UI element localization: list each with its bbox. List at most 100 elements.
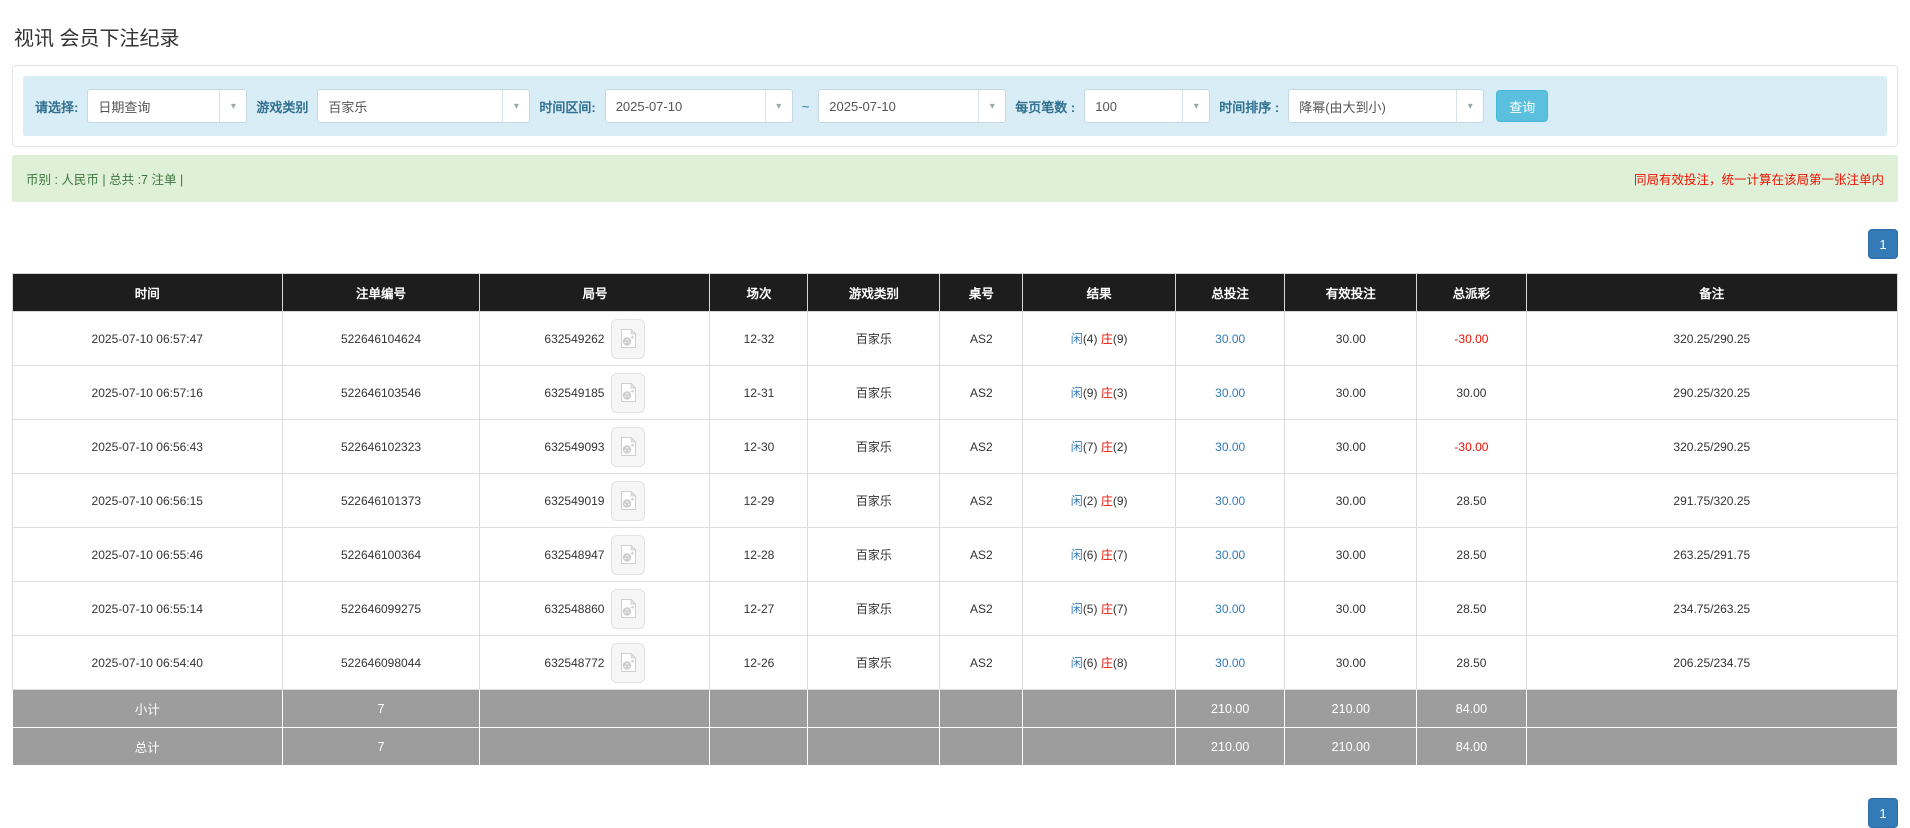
date-to-input[interactable]: 2025-07-10 ▾ bbox=[818, 89, 1006, 123]
cell-round: 632549262 bbox=[480, 312, 710, 366]
cell-bet-id: 522646100364 bbox=[282, 528, 480, 582]
video-playback-button[interactable] bbox=[611, 319, 645, 359]
result-banker-label: 庄 bbox=[1101, 332, 1113, 346]
chevron-down-icon[interactable]: ▾ bbox=[219, 90, 246, 122]
table-row: 2025-07-10 06:57:16 522646103546 6325491… bbox=[13, 366, 1898, 420]
cell-total-bet[interactable]: 30.00 bbox=[1176, 366, 1285, 420]
cell-game-type: 百家乐 bbox=[808, 636, 940, 690]
cell-valid-bet: 30.00 bbox=[1285, 474, 1417, 528]
page-1-button[interactable]: 1 bbox=[1868, 229, 1898, 259]
cell-remark: 263.25/291.75 bbox=[1526, 528, 1897, 582]
column-header: 备注 bbox=[1526, 274, 1897, 312]
search-button[interactable]: 查询 bbox=[1496, 90, 1548, 122]
cell-total-bet[interactable]: 30.00 bbox=[1176, 582, 1285, 636]
cell-round: 632548860 bbox=[480, 582, 710, 636]
cell-remark: 234.75/263.25 bbox=[1526, 582, 1897, 636]
column-header: 注单编号 bbox=[282, 274, 480, 312]
date-range-label: 时间区间: bbox=[539, 97, 595, 116]
time-sort-label: 时间排序 : bbox=[1219, 97, 1279, 116]
video-file-icon bbox=[620, 598, 637, 619]
cell-game-type: 百家乐 bbox=[808, 582, 940, 636]
cell-table-no: AS2 bbox=[940, 366, 1023, 420]
cell-total-bet[interactable]: 30.00 bbox=[1176, 636, 1285, 690]
video-playback-button[interactable] bbox=[611, 589, 645, 629]
video-playback-button[interactable] bbox=[611, 427, 645, 467]
video-playback-button[interactable] bbox=[611, 373, 645, 413]
chevron-down-icon[interactable]: ▾ bbox=[978, 90, 1005, 122]
result-player-score: (4) bbox=[1083, 332, 1098, 346]
cell-table-no: AS2 bbox=[940, 528, 1023, 582]
filter-panel: 请选择: 日期查询 ▾ 游戏类别 百家乐 ▾ 时间区间: 2025-07-10 … bbox=[12, 65, 1898, 147]
cell-result: 闲(4) 庄(9) bbox=[1023, 312, 1176, 366]
result-player-label: 闲 bbox=[1071, 548, 1083, 562]
result-player-label: 闲 bbox=[1071, 602, 1083, 616]
column-header: 时间 bbox=[13, 274, 283, 312]
cell-valid-bet: 30.00 bbox=[1285, 636, 1417, 690]
cell-bet-id: 522646102323 bbox=[282, 420, 480, 474]
cell-session: 12-26 bbox=[710, 636, 808, 690]
cell-result: 闲(5) 庄(7) bbox=[1023, 582, 1176, 636]
chevron-down-icon[interactable]: ▾ bbox=[1182, 90, 1209, 122]
column-header: 总派彩 bbox=[1417, 274, 1526, 312]
time-sort-select[interactable]: 降幂(由大到小) ▾ bbox=[1288, 89, 1484, 123]
cell-table-no: AS2 bbox=[940, 474, 1023, 528]
video-playback-button[interactable] bbox=[611, 643, 645, 683]
cell-game-type: 百家乐 bbox=[808, 474, 940, 528]
video-playback-button[interactable] bbox=[611, 535, 645, 575]
round-number: 632548772 bbox=[544, 656, 604, 670]
query-mode-value: 日期查询 bbox=[88, 97, 219, 116]
cell-bet-id: 522646101373 bbox=[282, 474, 480, 528]
date-from-input[interactable]: 2025-07-10 ▾ bbox=[605, 89, 793, 123]
cell-time: 2025-07-10 06:54:40 bbox=[13, 636, 283, 690]
cell-total-bet[interactable]: 30.00 bbox=[1176, 528, 1285, 582]
round-number: 632549185 bbox=[544, 386, 604, 400]
table-row: 2025-07-10 06:56:15 522646101373 6325490… bbox=[13, 474, 1898, 528]
subtotal-label: 小计 bbox=[13, 690, 283, 728]
cell-session: 12-29 bbox=[710, 474, 808, 528]
chevron-down-icon[interactable]: ▾ bbox=[765, 90, 792, 122]
table-row: 2025-07-10 06:56:43 522646102323 6325490… bbox=[13, 420, 1898, 474]
round-number: 632548947 bbox=[544, 548, 604, 562]
page-size-select[interactable]: 100 ▾ bbox=[1084, 89, 1210, 123]
subtotal-total-bet: 210.00 bbox=[1176, 690, 1285, 728]
page-size-label: 每页笔数 : bbox=[1015, 97, 1075, 116]
result-banker-score: (8) bbox=[1113, 656, 1128, 670]
cell-round: 632549093 bbox=[480, 420, 710, 474]
video-file-icon bbox=[620, 652, 637, 673]
cell-result: 闲(9) 庄(3) bbox=[1023, 366, 1176, 420]
cell-time: 2025-07-10 06:57:16 bbox=[13, 366, 283, 420]
cell-total-bet[interactable]: 30.00 bbox=[1176, 474, 1285, 528]
result-banker-label: 庄 bbox=[1101, 494, 1113, 508]
chevron-down-icon[interactable]: ▾ bbox=[502, 90, 529, 122]
video-playback-button[interactable] bbox=[611, 481, 645, 521]
game-type-select[interactable]: 百家乐 ▾ bbox=[317, 89, 530, 123]
video-file-icon bbox=[620, 490, 637, 511]
column-header: 游戏类别 bbox=[808, 274, 940, 312]
result-player-score: (2) bbox=[1083, 494, 1098, 508]
column-header: 总投注 bbox=[1176, 274, 1285, 312]
result-player-score: (9) bbox=[1083, 386, 1098, 400]
cell-total-bet[interactable]: 30.00 bbox=[1176, 420, 1285, 474]
table-row: 2025-07-10 06:55:46 522646100364 6325489… bbox=[13, 528, 1898, 582]
pagination-bottom: 1 bbox=[12, 798, 1898, 828]
result-banker-label: 庄 bbox=[1101, 548, 1113, 562]
cell-total-bet[interactable]: 30.00 bbox=[1176, 312, 1285, 366]
page-1-button[interactable]: 1 bbox=[1868, 798, 1898, 828]
result-banker-label: 庄 bbox=[1101, 440, 1113, 454]
chevron-down-icon[interactable]: ▾ bbox=[1456, 90, 1483, 122]
result-banker-score: (7) bbox=[1113, 602, 1128, 616]
cell-game-type: 百家乐 bbox=[808, 366, 940, 420]
query-mode-select[interactable]: 日期查询 ▾ bbox=[87, 89, 247, 123]
page-title: 视讯 会员下注纪录 bbox=[12, 14, 1898, 65]
cell-session: 12-32 bbox=[710, 312, 808, 366]
video-file-icon bbox=[620, 544, 637, 565]
table-row: 2025-07-10 06:54:40 522646098044 6325487… bbox=[13, 636, 1898, 690]
column-header: 桌号 bbox=[940, 274, 1023, 312]
result-banker-score: (7) bbox=[1113, 548, 1128, 562]
cell-round: 632549185 bbox=[480, 366, 710, 420]
cell-bet-id: 522646099275 bbox=[282, 582, 480, 636]
cell-payout: -30.00 bbox=[1417, 312, 1526, 366]
cell-remark: 320.25/290.25 bbox=[1526, 420, 1897, 474]
time-sort-value: 降幂(由大到小) bbox=[1289, 97, 1456, 116]
result-player-label: 闲 bbox=[1071, 440, 1083, 454]
